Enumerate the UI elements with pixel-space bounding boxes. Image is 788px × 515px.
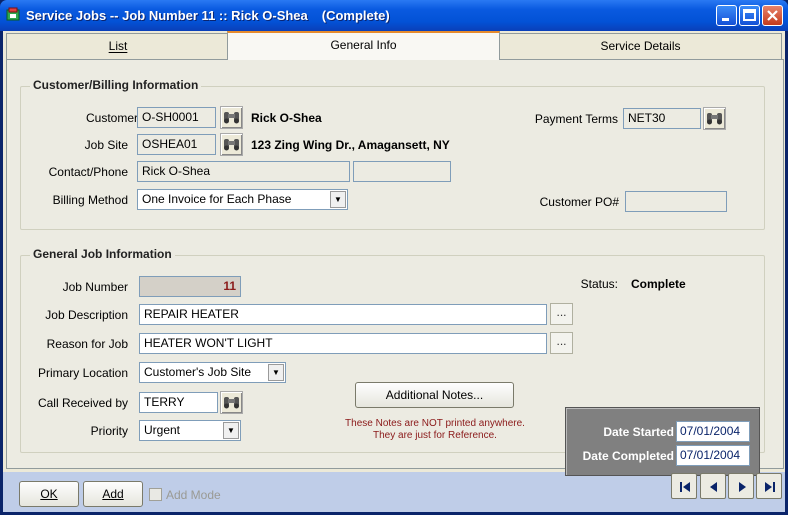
maximize-icon (743, 9, 756, 21)
next-record-icon (739, 482, 746, 492)
priority-select[interactable]: Urgent ▼ (139, 420, 241, 441)
contact-name-field[interactable]: Rick O-Shea (137, 161, 350, 182)
ok-button-label: OK (40, 487, 58, 501)
last-record-button[interactable] (756, 473, 782, 499)
chevron-down-icon[interactable]: ▼ (223, 422, 239, 439)
window-title: Service Jobs -- Job Number 11 :: Rick O-… (26, 8, 390, 23)
job-site-label: Job Site (84, 138, 128, 152)
customer-po-field[interactable] (625, 191, 727, 212)
tab-general-info[interactable]: General Info (227, 31, 500, 60)
job-description-field[interactable]: REPAIR HEATER (139, 304, 547, 325)
window-client: List General Info Service Details Custom… (3, 31, 785, 512)
first-record-button[interactable] (671, 473, 697, 499)
previous-record-button[interactable] (700, 473, 726, 499)
date-started-field[interactable]: 07/01/2004 (676, 421, 750, 442)
first-record-icon (680, 482, 690, 492)
reason-field[interactable]: HEATER WON'T LIGHT (139, 333, 547, 354)
dates-panel: Date Started 07/01/2004 Date Completed 0… (565, 407, 760, 476)
binoculars-icon (224, 139, 239, 151)
minimize-icon (722, 18, 729, 21)
binoculars-icon (224, 112, 239, 124)
priority-value: Urgent (144, 423, 181, 437)
call-received-field[interactable]: TERRY (139, 392, 218, 413)
reason-label: Reason for Job (46, 337, 128, 351)
notes-disclaimer-line1: These Notes are NOT printed anywhere. (345, 418, 525, 429)
job-site-lookup-button[interactable] (220, 133, 243, 156)
close-button[interactable] (762, 5, 783, 26)
ellipsis-icon: ... (556, 334, 567, 348)
customer-name: Rick O-Shea (251, 111, 322, 125)
priority-label: Priority (90, 424, 128, 438)
close-icon (767, 10, 778, 21)
status-value: Complete (631, 277, 686, 291)
customer-po-label: Customer PO# (539, 195, 619, 209)
job-number-field: 11 (139, 276, 241, 297)
tab-service-details[interactable]: Service Details (499, 33, 782, 59)
payment-terms-lookup-button[interactable] (703, 107, 726, 130)
contact-phone-field[interactable] (353, 161, 451, 182)
window-title-text: Service Jobs -- Job Number 11 :: Rick O-… (26, 8, 308, 23)
binoculars-icon (224, 397, 239, 409)
window-title-status: (Complete) (321, 8, 390, 23)
date-completed-field[interactable]: 07/01/2004 (676, 445, 750, 466)
ellipsis-icon: ... (556, 305, 567, 319)
payment-terms-field[interactable]: NET30 (623, 108, 701, 129)
general-job-title: General Job Information (30, 247, 175, 261)
binoculars-icon (707, 113, 722, 125)
title-bar[interactable]: Service Jobs -- Job Number 11 :: Rick O-… (0, 0, 788, 31)
job-site-address: 123 Zing Wing Dr., Amagansett, NY (251, 138, 450, 152)
notes-disclaimer-line2: They are just for Reference. (373, 430, 497, 441)
chevron-down-icon[interactable]: ▼ (268, 364, 284, 381)
date-completed-label: Date Completed (582, 449, 674, 463)
tab-service-details-label: Service Details (600, 39, 681, 53)
reason-more-button[interactable]: ... (550, 332, 573, 354)
primary-location-value: Customer's Job Site (144, 365, 251, 379)
ok-button[interactable]: OK (19, 481, 79, 507)
job-site-code-field[interactable]: OSHEA01 (137, 134, 216, 155)
add-button[interactable]: Add (83, 481, 143, 507)
contact-phone-label: Contact/Phone (48, 165, 128, 179)
customer-lookup-button[interactable] (220, 106, 243, 129)
maximize-button[interactable] (739, 5, 760, 26)
last-record-icon (765, 482, 775, 492)
tab-general-info-label: General Info (330, 38, 397, 52)
chevron-down-icon[interactable]: ▼ (330, 191, 346, 208)
payment-terms-label: Payment Terms (534, 112, 618, 126)
app-icon (5, 7, 21, 23)
job-number-label: Job Number (62, 280, 128, 294)
billing-method-label: Billing Method (52, 193, 128, 207)
job-description-label: Job Description (45, 308, 128, 322)
customer-label: Customer (85, 111, 138, 125)
additional-notes-button[interactable]: Additional Notes... (355, 382, 514, 408)
call-received-label: Call Received by (37, 396, 128, 410)
previous-record-icon (710, 482, 717, 492)
add-mode-label: Add Mode (166, 488, 221, 502)
notes-disclaimer: These Notes are NOT printed anywhere. Th… (325, 418, 545, 442)
call-received-lookup-button[interactable] (220, 391, 243, 414)
status-label: Status: (580, 277, 618, 291)
billing-method-value: One Invoice for Each Phase (142, 192, 292, 206)
billing-method-select[interactable]: One Invoice for Each Phase ▼ (137, 189, 348, 210)
minimize-button[interactable] (716, 5, 737, 26)
primary-location-select[interactable]: Customer's Job Site ▼ (139, 362, 286, 383)
tab-list[interactable]: List (6, 33, 230, 59)
customer-code-field[interactable]: O-SH0001 (137, 107, 216, 128)
primary-location-label: Primary Location (37, 366, 128, 380)
customer-billing-title: Customer/Billing Information (30, 78, 202, 92)
date-started-label: Date Started (603, 425, 674, 439)
next-record-button[interactable] (728, 473, 754, 499)
job-description-more-button[interactable]: ... (550, 303, 573, 325)
tab-list-label: List (108, 39, 128, 53)
add-button-label: Add (102, 487, 124, 501)
add-mode-checkbox[interactable] (149, 488, 162, 501)
general-info-panel: Customer/Billing Information Customer O-… (6, 59, 784, 476)
